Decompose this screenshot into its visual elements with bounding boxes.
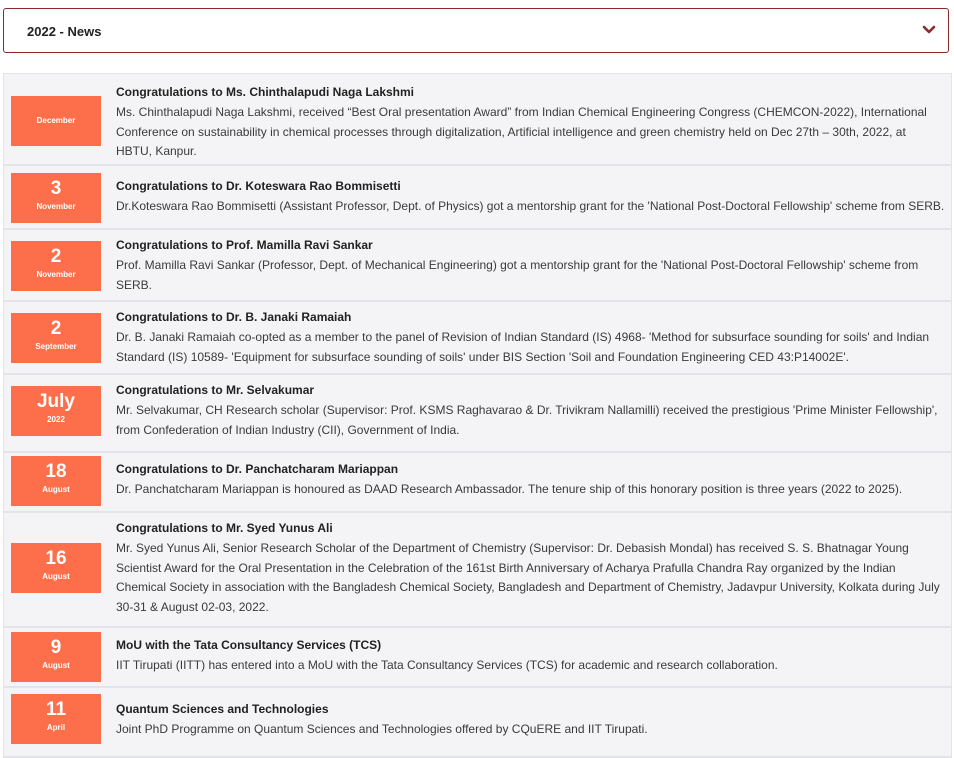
chevron-down-icon[interactable] [921,22,937,38]
date-month: November [36,202,76,211]
news-body: Dr. Panchatcharam Mariappan is honoured … [116,482,903,496]
news-body: Joint PhD Programme on Quantum Sciences … [116,722,648,736]
date-month: 2022 [47,415,65,424]
date-day: 9 [50,637,62,658]
date-month: November [36,270,76,279]
date-day: 16 [45,548,67,569]
date-badge: 9 August [11,632,101,682]
news-item: 18 August Congratulations to Dr. Panchat… [3,453,952,513]
date-month: April [46,723,66,732]
date-month: August [42,572,70,581]
news-body: Dr.Koteswara Rao Bommisetti (Assistant P… [116,199,945,213]
date-badge: 18 August [11,456,101,506]
date-badge: December [11,96,101,146]
date-day: 11 [45,699,67,720]
news-item: 11 April Quantum Sciences and Technologi… [3,688,952,758]
news-title[interactable]: MoU with the Tata Consultancy Services (… [116,637,945,654]
news-title[interactable]: Congratulations to Dr. Koteswara Rao Bom… [116,178,945,195]
date-day: 18 [45,461,67,482]
news-body: Dr. B. Janaki Ramaiah co-opted as a memb… [116,330,930,364]
news-item: 16 August Congratulations to Mr. Syed Yu… [3,513,952,628]
news-body: Mr. Selvakumar, CH Research scholar (Sup… [116,403,938,437]
date-month: September [35,342,77,351]
news-title[interactable]: Congratulations to Mr. Selvakumar [116,382,945,399]
date-badge: 2 September [11,313,101,363]
accordion-title: 2022 - News [27,24,102,39]
date-badge: July 2022 [11,386,101,436]
date-day: July [36,391,76,412]
news-body: Mr. Syed Yunus Ali, Senior Research Scho… [116,541,940,614]
news-title[interactable]: Congratulations to Mr. Syed Yunus Ali [116,520,945,537]
news-title[interactable]: Congratulations to Prof. Mamilla Ravi Sa… [116,237,945,254]
date-badge: 3 November [11,173,101,223]
news-item: 3 November Congratulations to Dr. Kotesw… [3,166,952,230]
date-badge: 11 April [11,694,101,744]
date-badge: 2 November [11,241,101,291]
date-month: August [42,661,70,670]
news-body: Prof. Mamilla Ravi Sankar (Professor, De… [116,258,919,292]
news-body: IIT Tirupati (IITT) has entered into a M… [116,658,778,672]
date-month: December [36,116,76,125]
news-title[interactable]: Congratulations to Dr. B. Janaki Ramaiah [116,309,945,326]
news-item: 2 November Congratulations to Prof. Mami… [3,230,952,302]
news-item: 2 September Congratulations to Dr. B. Ja… [3,302,952,375]
date-badge: 16 August [11,543,101,593]
news-item: December Congratulations to Ms. Chinthal… [3,73,952,166]
news-list: December Congratulations to Ms. Chinthal… [3,73,952,758]
news-title[interactable]: Congratulations to Ms. Chinthalapudi Nag… [116,84,945,101]
news-title[interactable]: Congratulations to Dr. Panchatcharam Mar… [116,461,945,478]
date-day: 2 [50,246,62,267]
news-title[interactable]: Quantum Sciences and Technologies [116,701,945,718]
date-day: 2 [50,318,62,339]
date-day: 3 [50,178,62,199]
news-body: Ms. Chinthalapudi Naga Lakshmi, received… [116,105,927,158]
accordion-header-2022-news[interactable]: 2022 - News [3,8,949,53]
news-item: July 2022 Congratulations to Mr. Selvaku… [3,375,952,453]
date-month: August [42,485,70,494]
news-item: 9 August MoU with the Tata Consultancy S… [3,628,952,688]
